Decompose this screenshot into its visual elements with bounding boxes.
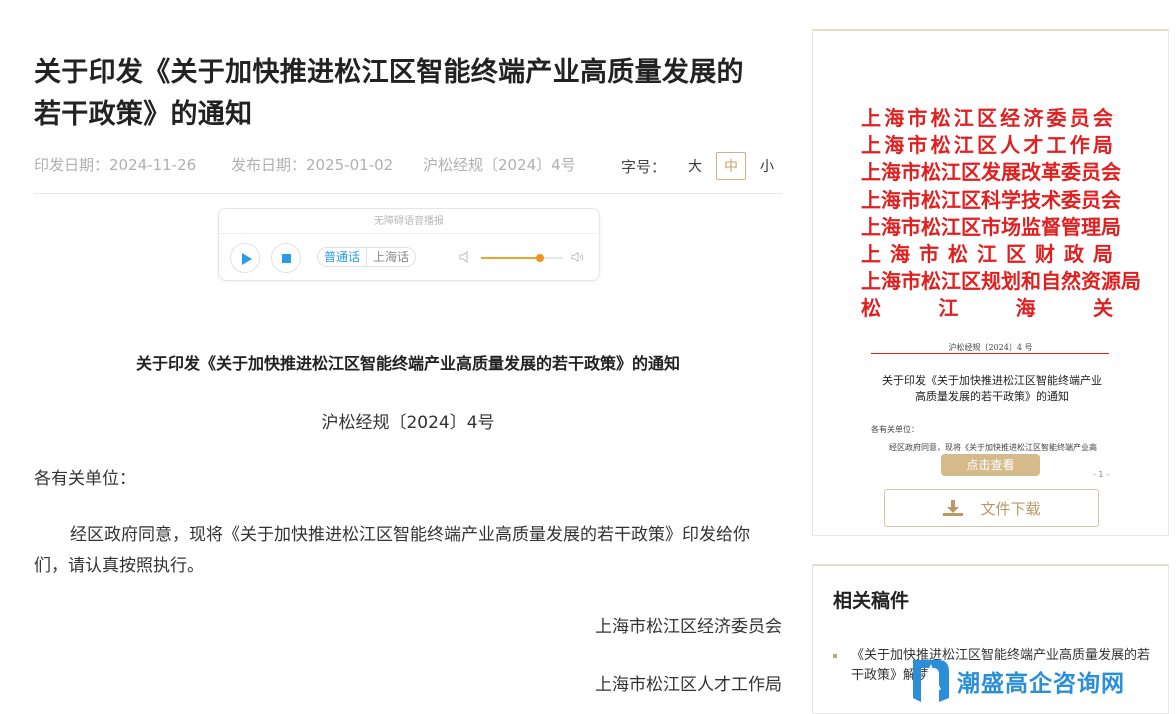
preview-title-line1: 关于印发《关于加快推进松江区智能终端产业 — [882, 374, 1102, 387]
issuing-agencies: 上海市松江区经济委员会上海市松江区人才工作局上海市松江区发展改革委员会上海市松江… — [861, 105, 1141, 323]
volume-knob[interactable] — [536, 254, 545, 262]
player-title: 无障碍语音播报 — [219, 209, 599, 234]
preview-page-number: - 1 - — [1093, 470, 1109, 479]
lang-shanghai-button[interactable]: 上海话 — [366, 248, 415, 266]
agency-line: 松江海关 — [861, 296, 1113, 321]
agency-line: 上海市松江区经济委员会 — [861, 106, 1113, 130]
preview-doc-number: 沪松经规〔2024〕4 号 — [948, 343, 1033, 352]
agency-line: 上海市松江区财政局 — [861, 241, 1113, 266]
font-size-large-button[interactable]: 大 — [680, 152, 710, 180]
document-preview[interactable]: 上海市松江区经济委员会上海市松江区人才工作局上海市松江区发展改革委员会上海市松江… — [812, 29, 1169, 536]
salutation: 各有关单位： — [34, 469, 136, 489]
view-button[interactable]: 点击查看 — [941, 454, 1040, 476]
language-switch: 普通话 上海话 — [317, 247, 417, 267]
related-title: 相关稿件 — [833, 590, 910, 612]
font-size-small-button[interactable]: 小 — [752, 152, 782, 180]
agency-line: 上海市松江区规划和自然资源局 — [861, 269, 1141, 294]
font-size-label: 字号： — [620, 157, 666, 176]
font-size-switcher: 字号： 大 中 小 — [621, 152, 782, 180]
meta-row: 印发日期：2024-11-26 发布日期：2025-01-02 沪松经规〔202… — [34, 152, 782, 182]
download-label: 文件下载 — [980, 499, 1041, 518]
audio-player: 无障碍语音播报 普通话 上海话 — [218, 208, 600, 281]
header-divider — [34, 193, 782, 194]
watermark-logo-icon — [913, 660, 949, 702]
stop-button[interactable] — [271, 243, 301, 273]
watermark: 潮盛高企咨询网 — [909, 656, 1125, 706]
signature-line: 上海市松江区经济委员会 — [595, 617, 782, 637]
agency-line: 上海市松江区科学技术委员会 — [861, 187, 1121, 212]
agency-line: 上海市松江区市场监督管理局 — [861, 214, 1121, 239]
download-button[interactable]: 文件下载 — [884, 489, 1099, 527]
preview-title-line2: 高质量发展的若干政策》的通知 — [915, 390, 1069, 403]
download-icon — [943, 500, 964, 516]
article-header: 关于印发《关于加快推进松江区智能终端产业高质量发展的 若干政策》的通知 印发日期… — [34, 52, 782, 182]
stop-icon — [282, 254, 291, 263]
red-divider — [871, 353, 1109, 354]
agency-line: 上海市松江区发展改革委员会 — [861, 160, 1121, 185]
agency-line: 上海市松江区人才工作局 — [861, 133, 1113, 158]
doc-number: 沪松经规〔2024〕4号 — [423, 156, 576, 174]
issue-date: 印发日期：2024-11-26 — [34, 156, 197, 174]
page-title-line2: 若干政策》的通知 — [34, 99, 253, 130]
volume-slider[interactable] — [481, 254, 563, 262]
publish-date: 发布日期：2025-01-02 — [231, 156, 394, 174]
play-button[interactable] — [230, 243, 260, 273]
signature-line: 上海市松江区人才工作局 — [595, 675, 782, 695]
page-title-line1: 关于印发《关于加快推进松江区智能终端产业高质量发展的 — [34, 57, 744, 88]
preview-body: 经区政府同意，现将《关于加快推进松江区智能终端产业高 — [889, 443, 1097, 452]
lang-mandarin-button[interactable]: 普通话 — [318, 248, 366, 266]
preview-title: 关于印发《关于加快推进松江区智能终端产业 高质量发展的若干政策》的通知 — [861, 373, 1123, 405]
volume-low-icon[interactable] — [459, 251, 473, 263]
page-title: 关于印发《关于加快推进松江区智能终端产业高质量发展的 若干政策》的通知 — [34, 52, 782, 136]
watermark-text: 潮盛高企咨询网 — [957, 670, 1125, 697]
font-size-medium-button[interactable]: 中 — [716, 152, 746, 180]
volume-high-icon[interactable] — [571, 251, 585, 263]
preview-salutation: 各有关单位： — [871, 425, 919, 434]
document-number: 沪松经规〔2024〕4号 — [321, 413, 495, 433]
bullet-icon — [833, 654, 837, 658]
document-title: 关于印发《关于加快推进松江区智能终端产业高质量发展的若干政策》的通知 — [135, 354, 680, 373]
body-paragraph: 经区政府同意，现将《关于加快推进松江区智能终端产业高质量发展的若干政策》印发给你… — [34, 525, 750, 576]
play-icon — [242, 253, 252, 265]
volume-fill — [481, 257, 541, 259]
